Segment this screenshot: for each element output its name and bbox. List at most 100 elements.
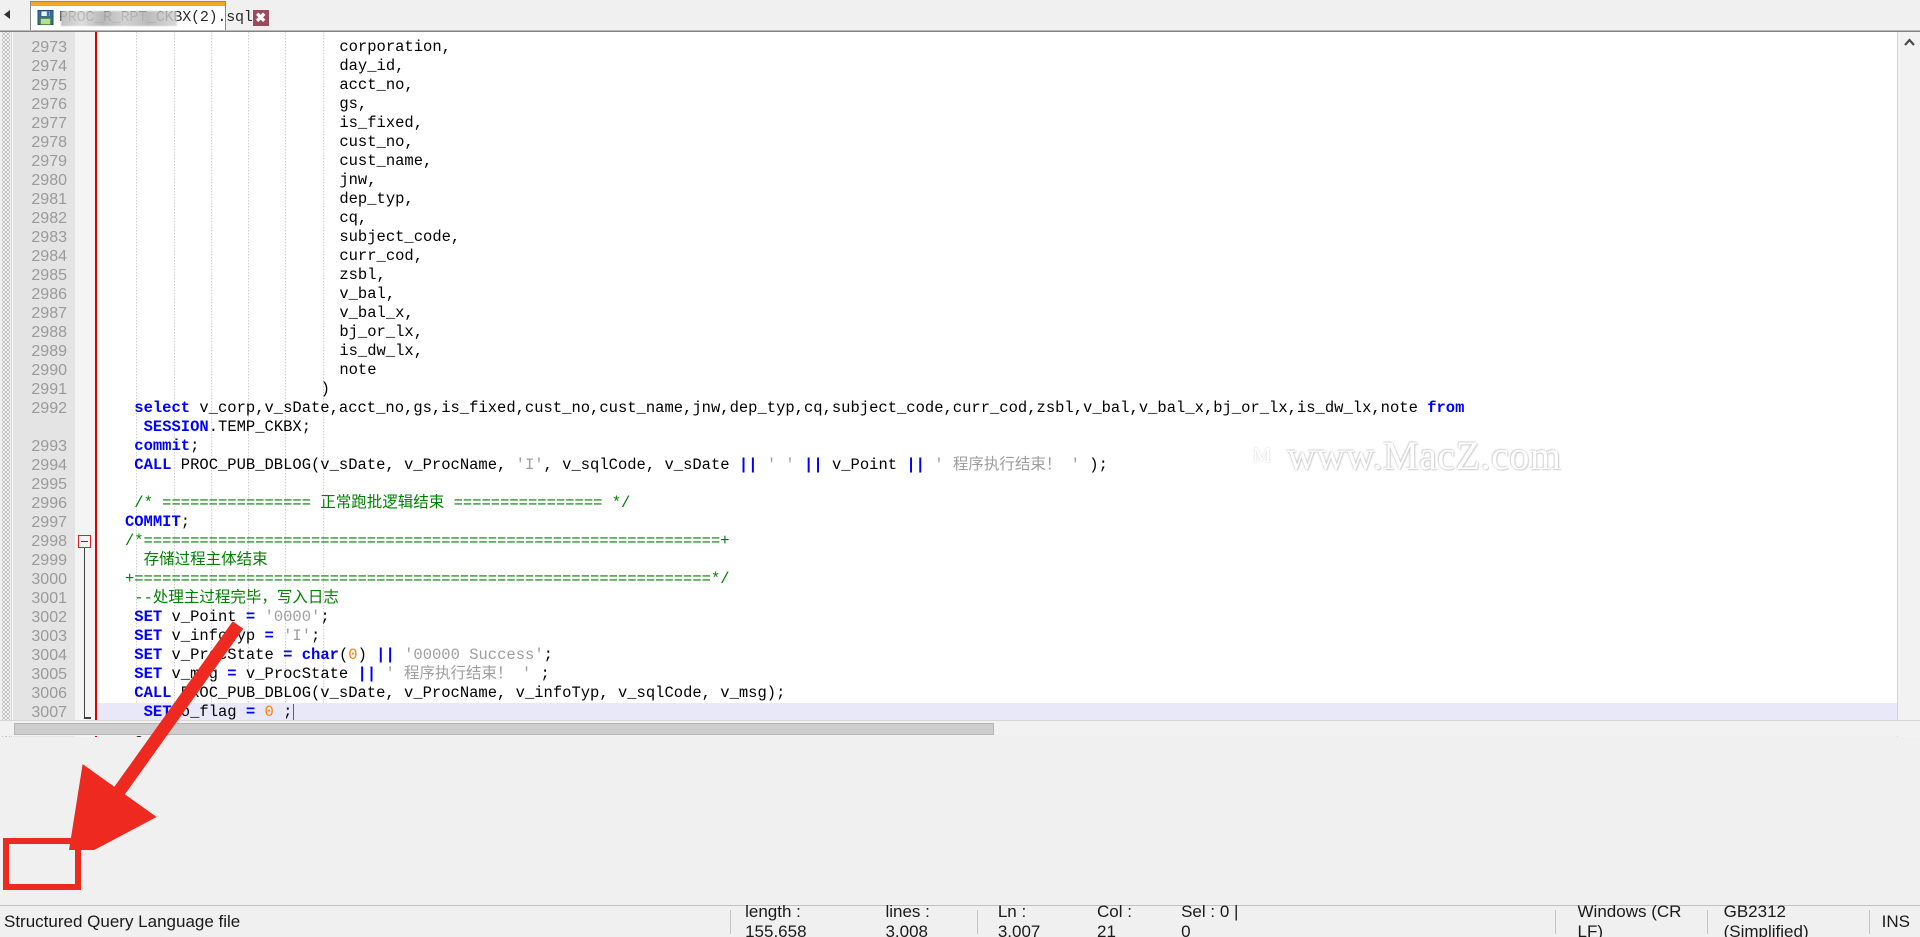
line-number: 2974 bbox=[31, 57, 67, 76]
code-token bbox=[795, 456, 804, 474]
code-token: ( bbox=[339, 646, 348, 664]
code-editor[interactable]: 2973297429752976297729782979298029812982… bbox=[0, 31, 1920, 736]
code-token: dep_typ, bbox=[339, 190, 413, 208]
code-token: SET bbox=[134, 608, 162, 626]
code-line[interactable]: is_dw_lx, bbox=[339, 342, 423, 361]
code-line[interactable]: COMMIT; bbox=[125, 513, 190, 532]
tab-title-text: PROC_R_RPT_CKBX(2).sql bbox=[59, 9, 253, 26]
chevron-left-icon[interactable] bbox=[1, 7, 13, 21]
code-token: --处理主过程完毕，写入日志 bbox=[134, 589, 339, 607]
editor-left-rail bbox=[0, 32, 12, 737]
code-token: /*======================================… bbox=[125, 532, 730, 550]
code-line[interactable]: subject_code, bbox=[339, 228, 460, 247]
code-token: = bbox=[227, 665, 236, 683]
code-token: CALL bbox=[134, 456, 171, 474]
status-eol: Windows (CR LF) bbox=[1556, 906, 1707, 937]
code-token: char bbox=[302, 646, 339, 664]
line-number: 2990 bbox=[31, 361, 67, 380]
code-line[interactable]: SET v_ProcState = char(0) || '00000 Succ… bbox=[134, 646, 553, 665]
code-line[interactable]: ) bbox=[321, 380, 330, 399]
code-token: COMMIT bbox=[125, 513, 181, 531]
code-token: corporation, bbox=[339, 38, 451, 56]
code-line[interactable]: --处理主过程完毕，写入日志 bbox=[134, 589, 339, 608]
code-line[interactable]: is_fixed, bbox=[339, 114, 423, 133]
horizontal-scrollbar-thumb[interactable] bbox=[14, 723, 994, 735]
annotation-highlight-rectangle bbox=[3, 838, 81, 890]
code-token: ' 程序执行结束！ ' bbox=[385, 665, 531, 683]
editor-tab-active[interactable]: PROC_R_RPT_CKBX(2).sql ✖ bbox=[30, 1, 226, 30]
code-line[interactable]: zsbl, bbox=[339, 266, 386, 285]
fold-margin[interactable] bbox=[75, 32, 95, 737]
code-line[interactable]: note bbox=[339, 361, 376, 380]
status-insert-mode: INS bbox=[1870, 906, 1920, 937]
close-icon[interactable]: ✖ bbox=[253, 10, 269, 26]
code-token: CALL bbox=[134, 684, 171, 702]
fold-collapse-toggle[interactable] bbox=[78, 535, 91, 548]
code-line[interactable]: v_bal, bbox=[339, 285, 395, 304]
code-line[interactable]: day_id, bbox=[339, 57, 404, 76]
line-number: 2994 bbox=[31, 456, 67, 475]
code-line[interactable]: acct_no, bbox=[339, 76, 413, 95]
code-token: , v_sqlCode, v_sDate bbox=[544, 456, 739, 474]
line-number: 2987 bbox=[31, 304, 67, 323]
horizontal-scrollbar[interactable] bbox=[0, 720, 1920, 736]
line-number: 2979 bbox=[31, 152, 67, 171]
code-token bbox=[255, 703, 264, 721]
code-token: || bbox=[804, 456, 823, 474]
code-line[interactable]: SET v_infoTyp = 'I'; bbox=[134, 627, 320, 646]
code-token: v_ProcState bbox=[237, 665, 358, 683]
code-token: from bbox=[1427, 399, 1464, 417]
code-token: ) bbox=[321, 380, 330, 398]
code-line[interactable]: jnw, bbox=[339, 171, 376, 190]
code-line[interactable]: v_bal_x, bbox=[339, 304, 413, 323]
code-token: || bbox=[376, 646, 395, 664]
code-token: 'I' bbox=[516, 456, 544, 474]
line-number: 3004 bbox=[31, 646, 67, 665]
code-token: is_fixed, bbox=[339, 114, 423, 132]
code-line[interactable]: CALL PROC_PUB_DBLOG(v_sDate, v_ProcName,… bbox=[134, 684, 785, 703]
code-token: SET bbox=[134, 627, 162, 645]
code-token: ; bbox=[311, 627, 320, 645]
code-line[interactable]: commit; bbox=[134, 437, 199, 456]
code-line[interactable]: gs, bbox=[339, 95, 367, 114]
code-line[interactable]: CALL PROC_PUB_DBLOG(v_sDate, v_ProcName,… bbox=[134, 456, 1108, 475]
code-token: .TEMP_CKBX; bbox=[209, 418, 311, 436]
code-line[interactable]: cq, bbox=[339, 209, 367, 228]
code-line[interactable]: +=======================================… bbox=[125, 570, 730, 589]
code-token: v_ProcState bbox=[162, 646, 283, 664]
vertical-scrollbar[interactable] bbox=[1897, 32, 1920, 737]
code-line[interactable]: curr_cod, bbox=[339, 247, 423, 266]
code-token: 存储过程主体结束 bbox=[144, 551, 268, 569]
chevron-up-icon[interactable] bbox=[1898, 32, 1920, 53]
tab-bar: PROC_R_RPT_CKBX(2).sql ✖ bbox=[0, 0, 1920, 31]
code-line[interactable]: select v_corp,v_sDate,acct_no,gs,is_fixe… bbox=[134, 399, 1464, 418]
code-line[interactable]: SESSION.TEMP_CKBX; bbox=[144, 418, 311, 437]
code-line[interactable]: cust_no, bbox=[339, 133, 413, 152]
code-token: +=======================================… bbox=[125, 570, 730, 588]
code-token: '0000' bbox=[265, 608, 321, 626]
line-number: 3001 bbox=[31, 589, 67, 608]
code-text-area[interactable]: corporation,day_id,acct_no,gs,is_fixed,c… bbox=[97, 32, 1897, 737]
code-line[interactable]: SET v_msg = v_ProcState || ' 程序执行结束！ ' ; bbox=[134, 665, 550, 684]
code-token: = bbox=[246, 703, 255, 721]
code-token: || bbox=[906, 456, 925, 474]
notepadpp-window: PROC_R_RPT_CKBX(2).sql ✖ 297329742975297… bbox=[0, 0, 1920, 937]
code-line[interactable]: cust_name, bbox=[339, 152, 432, 171]
tab-bar-empty-area bbox=[226, 1, 1920, 30]
status-lines: lines : 3,008 bbox=[863, 906, 976, 937]
code-token: jnw, bbox=[339, 171, 376, 189]
code-line[interactable]: SET v_Point = '0000'; bbox=[134, 608, 329, 627]
code-line[interactable]: 存储过程主体结束 bbox=[144, 551, 268, 570]
code-token: zsbl, bbox=[339, 266, 386, 284]
code-line[interactable]: bj_or_lx, bbox=[339, 323, 423, 342]
code-line[interactable]: dep_typ, bbox=[339, 190, 413, 209]
code-line[interactable]: /*======================================… bbox=[125, 532, 730, 551]
code-token: SESSION bbox=[144, 418, 209, 436]
code-token: = bbox=[265, 627, 274, 645]
code-line[interactable]: corporation, bbox=[339, 38, 451, 57]
line-number: 3006 bbox=[31, 684, 67, 703]
line-number: 2997 bbox=[31, 513, 67, 532]
status-ln: Ln : 3,007 bbox=[978, 906, 1075, 937]
line-number: 2984 bbox=[31, 247, 67, 266]
code-line[interactable]: /* ================ 正常跑批逻辑结束 ===========… bbox=[134, 494, 630, 513]
